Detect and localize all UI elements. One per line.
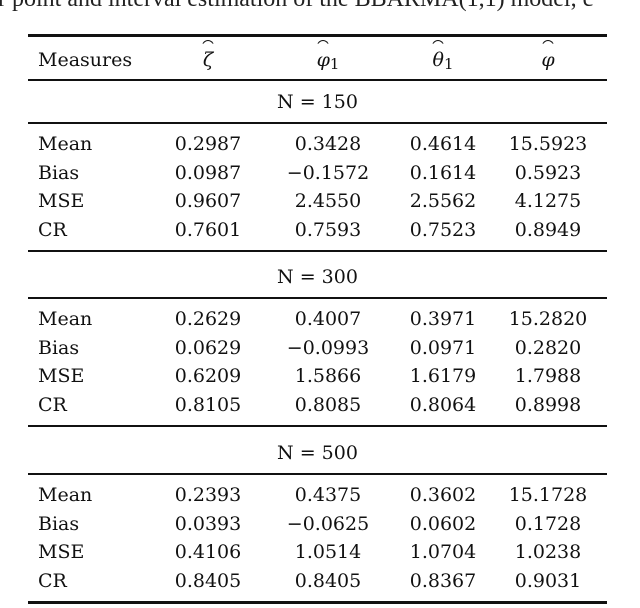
section-label: N = 500 [277,442,358,464]
table-cell: 0.8405 [294,569,362,592]
table-row: Bias 0.0393 −0.0625 0.0602 0.1728 [28,510,607,538]
measure-label: Bias [38,336,80,359]
header-theta1-hat: θ1 [388,46,498,78]
header-phi1-hat: φ1 [268,46,388,78]
table-cell: 0.0602 [409,512,477,535]
table-cell: 0.3428 [294,133,362,155]
table-cell: 0.8405 [174,569,242,592]
measure-label: CR [38,393,67,416]
table-cell: 0.2987 [174,133,242,155]
section-rule [28,297,607,299]
table-cell: 0.9607 [174,190,242,212]
measure-label: MSE [38,365,85,387]
table-cell: 0.4375 [294,484,362,506]
table-cell: 0.0393 [174,512,242,535]
table-cell: 0.4614 [409,133,477,155]
measure-label: Mean [38,133,93,155]
table-cell: 0.1614 [409,161,477,184]
table-row: CR 0.8105 0.8085 0.8064 0.8998 [28,391,607,419]
table-cell: 0.6209 [174,365,242,387]
table-cell: 0.8105 [174,393,242,416]
table-cell: 0.4106 [174,541,242,563]
table-cell: 2.4550 [294,190,362,212]
table-cell: 0.8949 [514,218,582,241]
table-cell: 0.3602 [409,484,477,506]
table-row: CR 0.7601 0.7593 0.7523 0.8949 [28,216,607,244]
section-label: N = 150 [277,91,358,113]
measure-label: MSE [38,190,85,212]
table-cell: 0.0629 [174,336,242,359]
table-row: Mean 0.2393 0.4375 0.3602 15.1728 [28,481,607,509]
section-label: N = 300 [277,266,358,288]
table-cell: 4.1275 [514,190,582,212]
table-cell: 0.8367 [409,569,477,592]
header-varphi-hat: φ [493,46,603,74]
bottom-rule [28,601,607,604]
table-cell: 1.0238 [514,541,582,563]
table-cell: 0.7523 [409,218,477,241]
measure-label: MSE [38,541,85,563]
top-rule [28,34,607,37]
header-zeta-hat: ζ [153,46,263,74]
table-cell: 1.6179 [409,365,477,387]
measure-label: CR [38,218,67,241]
table-cell: 0.9031 [514,569,582,592]
table-cell: 1.0514 [294,541,362,563]
table-cell: −0.1572 [286,161,370,184]
measure-label: Mean [38,308,93,330]
table-cell: 1.7988 [514,365,582,387]
table-cell: 0.0987 [174,161,242,184]
table-cell: 0.8064 [409,393,477,416]
table-cell: 0.8085 [294,393,362,416]
table-caption: r point and interval estimation of the B… [0,0,640,13]
measure-label: Bias [38,512,80,535]
header-measures: Measures [38,49,133,71]
table-cell: 0.7601 [174,218,242,241]
measure-label: CR [38,569,67,592]
table-cell: 1.5866 [294,365,362,387]
table-cell: 0.1728 [514,512,582,535]
table-cell: 2.5562 [409,190,477,212]
table-row: Mean 0.2629 0.4007 0.3971 15.2820 [28,305,607,333]
table-row: MSE 0.6209 1.5866 1.6179 1.7988 [28,362,607,390]
section-rule [28,473,607,475]
section-end-rule [28,250,607,252]
section-rule [28,122,607,124]
table-cell: 0.2820 [514,336,582,359]
table-cell: 15.2820 [508,308,588,330]
table-cell: 15.5923 [508,133,588,155]
table-cell: 1.0704 [409,541,477,563]
table-cell: −0.0625 [286,512,370,535]
table-cell: 0.3971 [409,308,477,330]
header-row: Measures ζ φ1 θ1 φ [28,46,607,74]
measure-label: Bias [38,161,80,184]
table-cell: −0.0993 [286,336,370,359]
table-cell: 0.2393 [174,484,242,506]
table-cell: 0.4007 [294,308,362,330]
table-row: Mean 0.2987 0.3428 0.4614 15.5923 [28,130,607,158]
section-end-rule [28,425,607,427]
table-cell: 0.2629 [174,308,242,330]
table-row: MSE 0.4106 1.0514 1.0704 1.0238 [28,538,607,566]
table-row: Bias 0.0987 −0.1572 0.1614 0.5923 [28,159,607,187]
table-cell: 0.7593 [294,218,362,241]
measure-label: Mean [38,484,93,506]
header-rule [28,79,607,81]
table-row: CR 0.8405 0.8405 0.8367 0.9031 [28,567,607,595]
table-cell: 0.5923 [514,161,582,184]
table-cell: 15.1728 [508,484,588,506]
table-row: Bias 0.0629 −0.0993 0.0971 0.2820 [28,334,607,362]
table-row: MSE 0.9607 2.4550 2.5562 4.1275 [28,187,607,215]
table-cell: 0.0971 [409,336,477,359]
table-cell: 0.8998 [514,393,582,416]
